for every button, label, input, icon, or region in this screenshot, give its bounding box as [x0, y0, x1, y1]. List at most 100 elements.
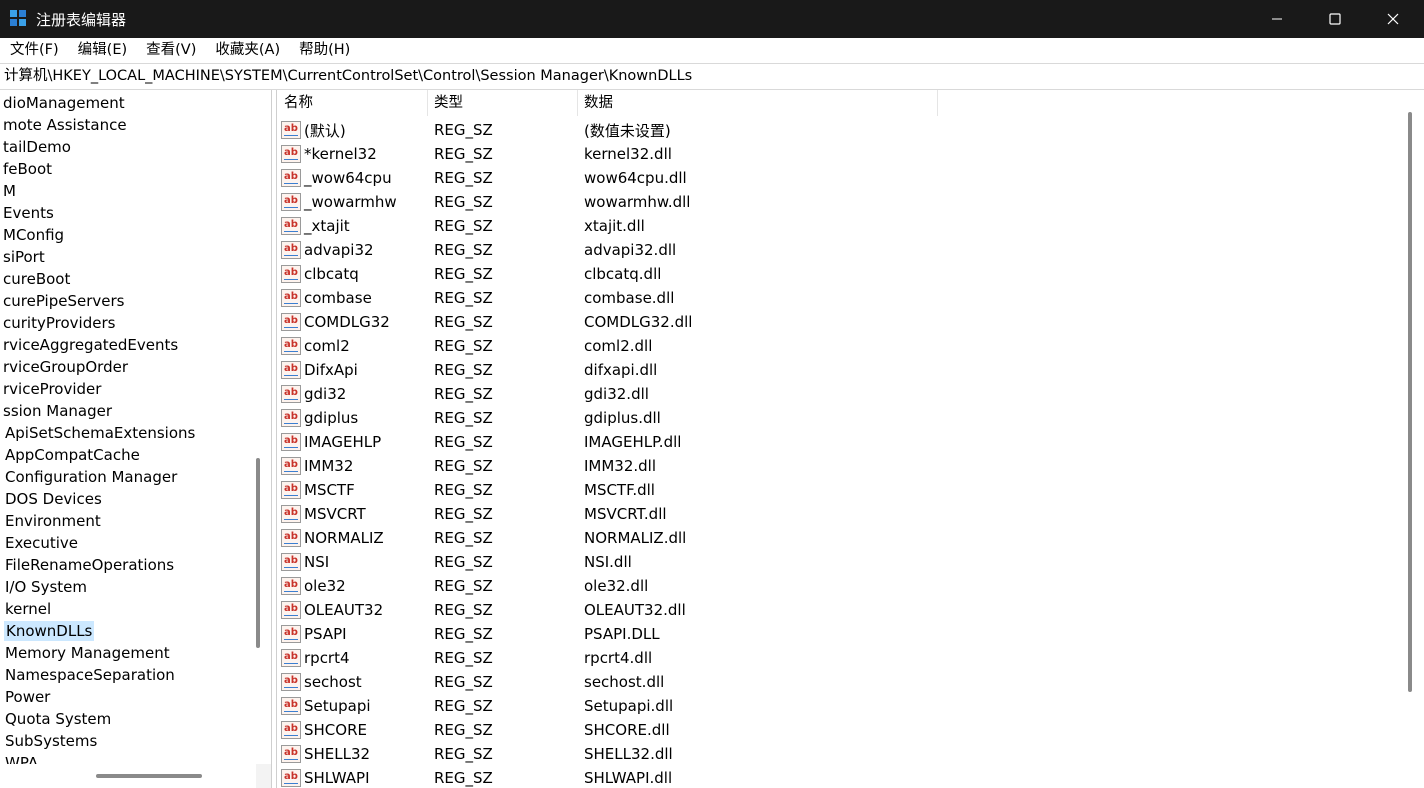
tree-item[interactable]: Memory Management — [0, 642, 250, 664]
value-row[interactable]: ab SHELL32 REG_SZ SHELL32.dll — [278, 742, 1406, 766]
tree-item[interactable]: curePipeServers — [0, 290, 250, 312]
value-row[interactable]: ab MSCTF REG_SZ MSCTF.dll — [278, 478, 1406, 502]
tree-item[interactable]: MConfig — [0, 224, 250, 246]
tree-item[interactable]: I/O System — [0, 576, 250, 598]
value-data: gdiplus.dll — [584, 409, 661, 427]
tree-item-label: curePipeServers — [3, 292, 125, 310]
tree-vertical-scrollbar-thumb[interactable] — [256, 458, 260, 648]
string-value-icon: ab — [281, 649, 301, 667]
key-tree-pane[interactable]: dioManagement mote Assistance tailDemo feBo… — [0, 90, 272, 788]
value-type: REG_SZ — [434, 481, 493, 499]
menu-view[interactable]: 查看(V) — [136, 38, 205, 63]
value-row[interactable]: ab coml2 REG_SZ coml2.dll — [278, 334, 1406, 358]
value-row[interactable]: ab SHLWAPI REG_SZ SHLWAPI.dll — [278, 766, 1406, 788]
tree-item[interactable]: Quota System — [0, 708, 250, 730]
tree-item[interactable]: DOS Devices — [0, 488, 250, 510]
tree-item[interactable]: SubSystems — [0, 730, 250, 752]
tree-item[interactable]: Events — [0, 202, 250, 224]
value-name-cell: ab COMDLG32 — [278, 313, 434, 331]
tree-horizontal-scrollbar-thumb[interactable] — [96, 774, 202, 778]
value-row[interactable]: ab *kernel32 REG_SZ kernel32.dll — [278, 142, 1406, 166]
value-name-cell: ab MSVCRT — [278, 505, 434, 523]
tree-item[interactable]: dioManagement — [0, 92, 250, 114]
string-value-icon: ab — [281, 241, 301, 259]
value-row[interactable]: ab OLEAUT32 REG_SZ OLEAUT32.dll — [278, 598, 1406, 622]
value-row[interactable]: ab Setupapi REG_SZ Setupapi.dll — [278, 694, 1406, 718]
value-row[interactable]: ab DifxApi REG_SZ difxapi.dll — [278, 358, 1406, 382]
tree-item-label: mote Assistance — [3, 116, 127, 134]
value-type: REG_SZ — [434, 361, 493, 379]
string-value-icon: ab — [281, 577, 301, 595]
menu-file[interactable]: 文件(F) — [0, 38, 68, 63]
menu-help[interactable]: 帮助(H) — [289, 38, 359, 63]
value-row[interactable]: ab _wowarmhw REG_SZ wowarmhw.dll — [278, 190, 1406, 214]
close-button[interactable] — [1364, 0, 1422, 38]
values-list-pane[interactable]: 名称 类型 数据 ab (默认) REG_SZ (数值未设置) ab *kernel32 R… — [278, 90, 1424, 788]
value-row[interactable]: ab COMDLG32 REG_SZ COMDLG32.dll — [278, 310, 1406, 334]
value-data: OLEAUT32.dll — [584, 601, 686, 619]
tree-item[interactable]: kernel — [0, 598, 250, 620]
tree-item[interactable]: ssion Manager — [0, 400, 250, 422]
value-row[interactable]: ab gdi32 REG_SZ gdi32.dll — [278, 382, 1406, 406]
minimize-button[interactable] — [1248, 0, 1306, 38]
column-header-data[interactable]: 数据 — [578, 90, 938, 116]
tree-item[interactable]: Executive — [0, 532, 250, 554]
tree-item[interactable]: Power — [0, 686, 250, 708]
value-row[interactable]: ab IMM32 REG_SZ IMM32.dll — [278, 454, 1406, 478]
tree-item[interactable]: rviceGroupOrder — [0, 356, 250, 378]
tree-item[interactable]: Configuration Manager — [0, 466, 250, 488]
value-row[interactable]: ab NORMALIZ REG_SZ NORMALIZ.dll — [278, 526, 1406, 550]
title-bar[interactable]: 注册表编辑器 — [0, 0, 1424, 38]
tree-item-label: FileRenameOperations — [5, 556, 175, 574]
value-row[interactable]: ab PSAPI REG_SZ PSAPI.DLL — [278, 622, 1406, 646]
string-value-icon: ab — [281, 169, 301, 187]
tree-item[interactable]: siPort — [0, 246, 250, 268]
value-row[interactable]: ab _xtajit REG_SZ xtajit.dll — [278, 214, 1406, 238]
tree-item-label: cureBoot — [3, 270, 71, 288]
column-header-name[interactable]: 名称 — [278, 90, 428, 116]
tree-item[interactable]: M — [0, 180, 250, 202]
value-row[interactable]: ab NSI REG_SZ NSI.dll — [278, 550, 1406, 574]
value-row[interactable]: ab (默认) REG_SZ (数值未设置) — [278, 118, 1406, 142]
value-name-cell: ab (默认) — [278, 120, 434, 141]
address-bar[interactable]: 计算机\HKEY_LOCAL_MACHINE\SYSTEM\CurrentCon… — [0, 63, 1424, 90]
tree-item[interactable]: NamespaceSeparation — [0, 664, 250, 686]
value-row[interactable]: ab MSVCRT REG_SZ MSVCRT.dll — [278, 502, 1406, 526]
value-row[interactable]: ab SHCORE REG_SZ SHCORE.dll — [278, 718, 1406, 742]
value-data: MSVCRT.dll — [584, 505, 667, 523]
tree-item[interactable]: mote Assistance — [0, 114, 250, 136]
tree-item[interactable]: rviceProvider — [0, 378, 250, 400]
tree-item-label: Quota System — [5, 710, 112, 728]
tree-item[interactable]: ApiSetSchemaExtensions — [0, 422, 250, 444]
value-row[interactable]: ab _wow64cpu REG_SZ wow64cpu.dll — [278, 166, 1406, 190]
string-value-icon: ab — [281, 457, 301, 475]
tree-item[interactable]: cureBoot — [0, 268, 250, 290]
value-row[interactable]: ab gdiplus REG_SZ gdiplus.dll — [278, 406, 1406, 430]
value-row[interactable]: ab ole32 REG_SZ ole32.dll — [278, 574, 1406, 598]
tree-item[interactable]: rviceAggregatedEvents — [0, 334, 250, 356]
tree-item[interactable]: Environment — [0, 510, 250, 532]
tree-item[interactable]: tailDemo — [0, 136, 250, 158]
value-row[interactable]: ab IMAGEHLP REG_SZ IMAGEHLP.dll — [278, 430, 1406, 454]
tree-item[interactable]: AppCompatCache — [0, 444, 250, 466]
value-row[interactable]: ab clbcatq REG_SZ clbcatq.dll — [278, 262, 1406, 286]
scrollbar-corner — [256, 764, 271, 788]
value-row[interactable]: ab sechost REG_SZ sechost.dll — [278, 670, 1406, 694]
tree-item[interactable]: curityProviders — [0, 312, 250, 334]
tree-item-label: NamespaceSeparation — [5, 666, 175, 684]
maximize-button[interactable] — [1306, 0, 1364, 38]
tree-item[interactable]: KnownDLLs — [0, 620, 250, 642]
menu-favorites[interactable]: 收藏夹(A) — [205, 38, 289, 63]
value-row[interactable]: ab combase REG_SZ combase.dll — [278, 286, 1406, 310]
list-vertical-scrollbar-thumb[interactable] — [1408, 112, 1412, 692]
tree-item[interactable]: FileRenameOperations — [0, 554, 250, 576]
value-name: PSAPI — [304, 625, 347, 643]
value-data: SHELL32.dll — [584, 745, 673, 763]
pane-splitter[interactable] — [272, 90, 277, 788]
value-row[interactable]: ab rpcrt4 REG_SZ rpcrt4.dll — [278, 646, 1406, 670]
column-header-type[interactable]: 类型 — [428, 90, 578, 116]
menu-edit[interactable]: 编辑(E) — [68, 38, 136, 63]
value-row[interactable]: ab advapi32 REG_SZ advapi32.dll — [278, 238, 1406, 262]
tree-item[interactable]: feBoot — [0, 158, 250, 180]
list-vertical-scrollbar-track[interactable] — [1402, 90, 1424, 788]
